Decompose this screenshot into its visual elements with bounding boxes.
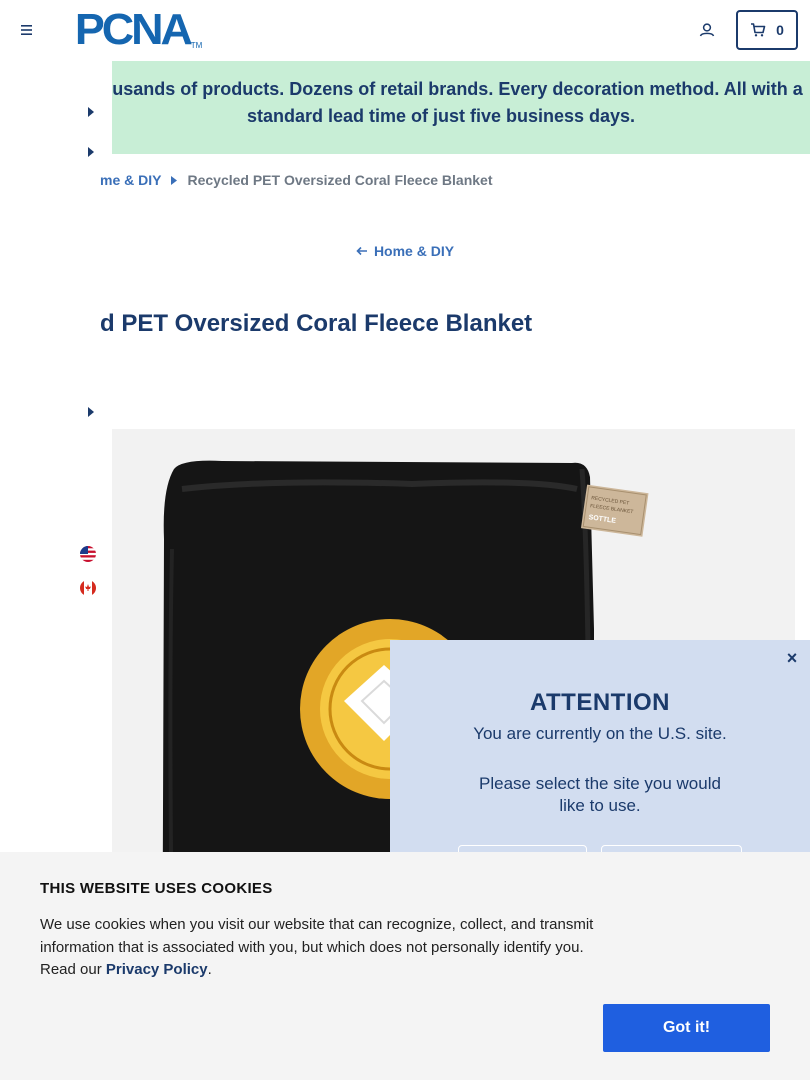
cookie-body-end: .: [207, 961, 212, 978]
close-icon[interactable]: ×: [784, 649, 800, 667]
breadcrumb-separator-icon: [171, 175, 178, 185]
back-to-category-link[interactable]: Home & DIY: [0, 243, 810, 259]
logo-trademark: TM: [190, 41, 203, 50]
caret-right-icon[interactable]: [88, 147, 94, 157]
breadcrumb-parent-link[interactable]: me & DIY: [100, 172, 161, 188]
account-user-icon[interactable]: [697, 20, 717, 40]
logo-wordmark: PCNA: [74, 5, 193, 54]
caret-right-icon[interactable]: [88, 407, 94, 417]
privacy-policy-link[interactable]: Privacy Policy: [106, 961, 208, 978]
cart-icon: [751, 23, 766, 37]
product-title: d PET Oversized Coral Fleece Blanket: [100, 310, 533, 337]
pcna-logo[interactable]: PCNATM: [74, 5, 203, 54]
accept-cookies-button[interactable]: Got it!: [603, 1004, 770, 1052]
cookie-title: THIS WEBSITE USES COOKIES: [40, 880, 273, 897]
attention-message: You are currently on the U.S. site.: [473, 724, 727, 743]
attention-title: ATTENTION: [529, 689, 671, 716]
arrow-left-icon: [356, 246, 367, 256]
attention-prompt: Please select the site you would like to…: [479, 774, 721, 815]
breadcrumb: me & DIY Recycled PET Oversized Coral Fl…: [100, 172, 493, 188]
cart-count: 0: [776, 22, 784, 38]
back-link-label: Home & DIY: [373, 243, 455, 259]
hamburger-menu-icon[interactable]: [18, 20, 38, 40]
cart-button[interactable]: 0: [736, 10, 798, 50]
breadcrumb-current: Recycled PET Oversized Coral Fleece Blan…: [187, 172, 493, 188]
canada-flag-icon[interactable]: [80, 580, 96, 596]
cookie-banner: THIS WEBSITE USES COOKIES We use cookies…: [0, 852, 810, 1080]
site-header: PCNATM 0: [0, 0, 810, 61]
promo-text: Thousands of products. Dozens of retail …: [79, 79, 803, 126]
page: PCNATM 0 Thousands of products. Dozens o…: [0, 0, 810, 1080]
cookie-body: We use cookies when you visit our websit…: [40, 914, 610, 982]
us-flag-icon[interactable]: [80, 546, 96, 562]
promo-banner: Thousands of products. Dozens of retail …: [79, 61, 810, 154]
caret-right-icon[interactable]: [88, 107, 94, 117]
